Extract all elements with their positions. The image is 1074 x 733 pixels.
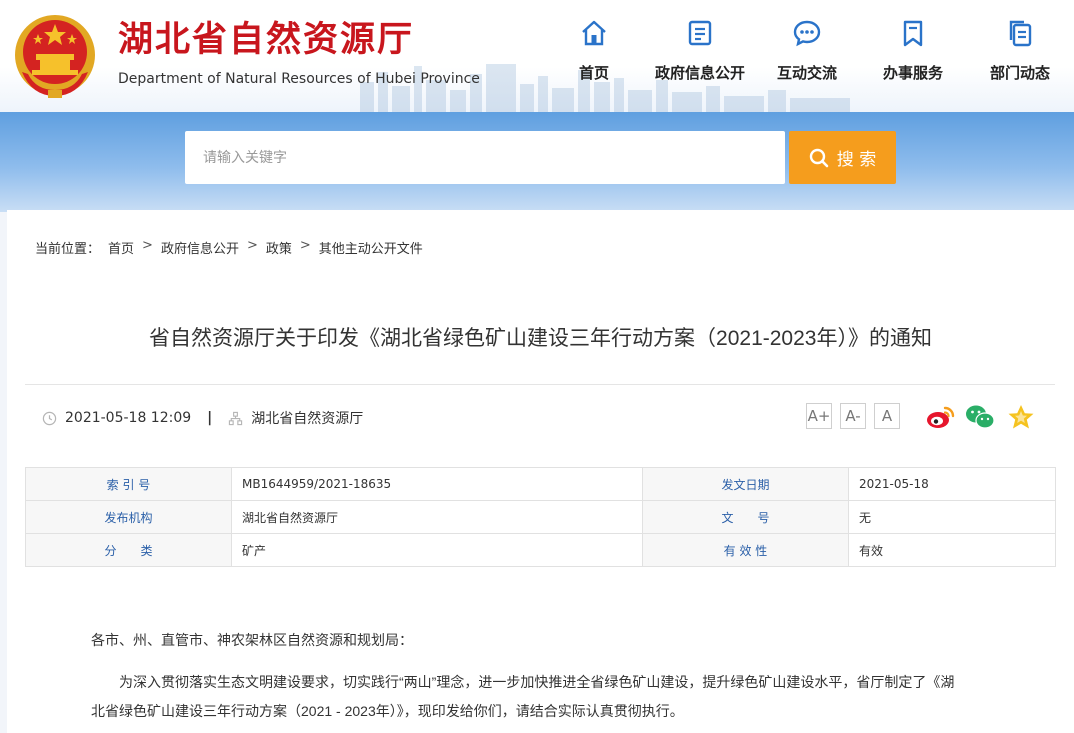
breadcrumb-item-government-info[interactable]: 政府信息公开 bbox=[161, 238, 239, 257]
site-title: 湖北省自然资源厅 bbox=[118, 20, 415, 60]
organization-icon bbox=[229, 411, 243, 425]
clock-icon bbox=[42, 411, 57, 425]
nav-label-government-info: 政府信息公开 bbox=[654, 64, 745, 82]
info-key: 文 号 bbox=[642, 500, 849, 534]
info-key: 有 效 性 bbox=[642, 533, 849, 567]
info-key: 索 引 号 bbox=[25, 467, 232, 501]
body-paragraph-line2: 北省绿色矿山建设三年行动方案（2021 - 2023年）》，现印发给你们，请结合… bbox=[91, 703, 684, 719]
salutation: 各市、州、直管市、神农架林区自然资源和规划局： bbox=[91, 632, 413, 648]
publish-datetime: 2021-05-18 12:09 bbox=[65, 410, 192, 426]
site-subtitle: Department of Natural Resources of Hubei… bbox=[118, 71, 480, 87]
info-key: 发文日期 bbox=[642, 467, 849, 501]
breadcrumb-separator: > bbox=[246, 238, 258, 253]
search-input[interactable]: 请输入关键字 bbox=[185, 131, 785, 184]
nav-label-interaction: 互动交流 bbox=[776, 64, 837, 82]
nav-label-home: 首页 bbox=[578, 64, 609, 82]
document-icon bbox=[688, 20, 712, 46]
search-icon bbox=[809, 148, 829, 167]
meta-separator: | bbox=[207, 410, 213, 426]
info-value: 无 bbox=[848, 500, 1056, 534]
info-value: 矿产 bbox=[231, 533, 643, 567]
font-default-button[interactable]: A bbox=[874, 403, 900, 429]
breadcrumb-item-other-files[interactable]: 其他主动公开文件 bbox=[319, 238, 423, 257]
breadcrumb: 当前位置： 首页 > 政府信息公开 > 政策 > 其他主动公开文件 bbox=[35, 238, 423, 257]
wechat-share-icon[interactable] bbox=[965, 403, 995, 431]
breadcrumb-prefix: 当前位置： bbox=[35, 242, 101, 257]
article-title: 省自然资源厅关于印发《湖北省绿色矿山建设三年行动方案（2021-2023年）》的… bbox=[149, 327, 932, 350]
table-row: 索 引 号 MB1644959/2021-18635 发文日期 2021-05-… bbox=[25, 467, 1056, 501]
font-size-controls: A+ A- A bbox=[806, 403, 900, 429]
info-value: 湖北省自然资源厅 bbox=[231, 500, 643, 534]
nav-item-interaction[interactable]: 互动交流 bbox=[755, 18, 859, 94]
info-value: 有效 bbox=[848, 533, 1056, 567]
info-value: 2021-05-18 bbox=[848, 467, 1056, 501]
info-key: 分 类 bbox=[25, 533, 232, 567]
article-meta: 2021-05-18 12:09 | 湖北省自然资源厅 bbox=[42, 408, 363, 428]
nav-label-department-news: 部门动态 bbox=[989, 64, 1050, 82]
breadcrumb-item-home[interactable]: 首页 bbox=[108, 238, 134, 257]
font-smaller-button[interactable]: A- bbox=[840, 403, 866, 429]
bookmark-icon bbox=[903, 20, 923, 47]
favorite-star-icon[interactable] bbox=[1006, 403, 1036, 431]
table-row: 发布机构 湖北省自然资源厅 文 号 无 bbox=[25, 500, 1056, 534]
nav-item-department-news[interactable]: 部门动态 bbox=[968, 18, 1072, 94]
table-row: 分 类 矿产 有 效 性 有效 bbox=[25, 533, 1056, 567]
pages-icon bbox=[1009, 20, 1032, 47]
weibo-share-icon[interactable] bbox=[925, 403, 955, 431]
search-button-label: 搜 索 bbox=[836, 150, 877, 170]
info-value: MB1644959/2021-18635 bbox=[231, 467, 643, 501]
chat-bubble-icon bbox=[793, 20, 821, 47]
info-key: 发布机构 bbox=[25, 500, 232, 534]
document-info-table: 索 引 号 MB1644959/2021-18635 发文日期 2021-05-… bbox=[25, 467, 1056, 567]
nav-label-services: 办事服务 bbox=[882, 64, 943, 82]
search-button[interactable]: 搜 索 bbox=[789, 131, 896, 184]
breadcrumb-separator: > bbox=[299, 238, 311, 253]
nav-item-government-info[interactable]: 政府信息公开 bbox=[648, 18, 752, 94]
article-card: 当前位置： 首页 > 政府信息公开 > 政策 > 其他主动公开文件 省自然资源厅… bbox=[7, 210, 1074, 733]
body-paragraph-line1: 为深入贯彻落实生态文明建设要求，切实践行“两山”理念，进一步加快推进全省绿色矿山… bbox=[119, 674, 955, 690]
home-icon bbox=[582, 20, 606, 46]
publisher-name: 湖北省自然资源厅 bbox=[251, 411, 364, 427]
nav-item-services[interactable]: 办事服务 bbox=[861, 18, 965, 94]
breadcrumb-separator: > bbox=[142, 238, 153, 253]
breadcrumb-item-policy[interactable]: 政策 bbox=[266, 238, 292, 257]
title-divider bbox=[25, 384, 1055, 385]
site-header: 湖北省自然资源厅 Department of Natural Resources… bbox=[0, 0, 1074, 112]
font-larger-button[interactable]: A+ bbox=[806, 403, 832, 429]
national-emblem-logo bbox=[15, 15, 95, 98]
nav-item-home[interactable]: 首页 bbox=[542, 18, 646, 94]
